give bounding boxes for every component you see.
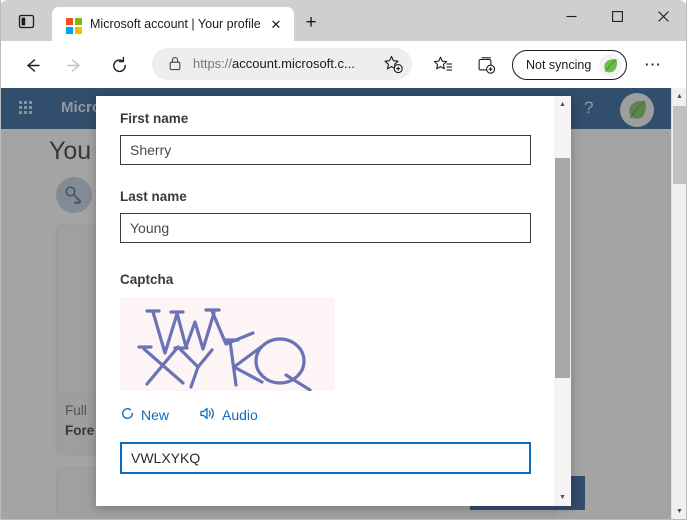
url-scheme: https:// <box>193 56 233 71</box>
last-name-label: Last name <box>120 189 187 204</box>
refresh-icon <box>120 406 135 425</box>
favorites-icon[interactable] <box>428 50 458 80</box>
forward-arrow-icon <box>59 50 89 80</box>
captcha-label: Captcha <box>120 272 174 287</box>
tab-strip: Microsoft account | Your profile ✕ + <box>0 0 687 41</box>
dialog-scrollbar[interactable]: ▲ ▼ <box>554 96 571 506</box>
collections-icon[interactable] <box>471 50 501 80</box>
captcha-new-button[interactable]: New <box>120 406 169 425</box>
window-close-button[interactable] <box>640 0 686 32</box>
back-arrow-icon[interactable] <box>17 50 47 80</box>
speaker-icon <box>199 406 216 425</box>
browser-toolbar: https://account.microsoft.c... Not synci… <box>0 41 687 88</box>
page-scrollbar[interactable]: ▲ ▼ <box>671 88 686 519</box>
browser-more-button[interactable]: ⋯ <box>638 50 668 80</box>
reload-icon[interactable] <box>104 50 134 80</box>
first-name-input[interactable] <box>120 135 531 165</box>
microsoft-logo-icon <box>66 18 82 34</box>
captcha-field-group: Captcha New Audio VWLXYKQ <box>120 271 531 474</box>
add-favorite-icon[interactable] <box>383 54 404 75</box>
first-name-label: First name <box>120 111 189 126</box>
last-name-input[interactable] <box>120 213 531 243</box>
new-tab-button[interactable]: + <box>298 11 324 35</box>
page-viewport: Micro ? You e our Fu <box>1 88 686 519</box>
captcha-audio-label: Audio <box>222 407 258 423</box>
browser-tab[interactable]: Microsoft account | Your profile ✕ <box>52 7 294 41</box>
address-bar[interactable]: https://account.microsoft.c... <box>152 48 412 80</box>
window-minimize-button[interactable] <box>548 0 594 32</box>
window-maximize-button[interactable] <box>594 0 640 32</box>
url-text: https://account.microsoft.c... <box>193 55 355 73</box>
tab-close-icon[interactable]: ✕ <box>267 16 285 34</box>
page-scroll-thumb[interactable] <box>673 106 686 184</box>
page-scroll-down-arrow[interactable]: ▼ <box>672 503 686 519</box>
lock-icon[interactable] <box>168 56 184 72</box>
leaf-avatar-icon[interactable] <box>599 54 622 77</box>
last-name-field-group: Last name <box>120 188 531 243</box>
captcha-new-label: New <box>141 407 170 423</box>
browser-window: Microsoft account | Your profile ✕ + htt… <box>0 0 687 520</box>
captcha-image <box>120 297 335 391</box>
url-host: account.microsoft.c... <box>232 56 355 71</box>
profile-sync-label: Not syncing <box>526 58 592 72</box>
captcha-answer-input[interactable] <box>120 442 531 474</box>
tab-actions-icon[interactable] <box>11 8 41 34</box>
captcha-dialog: First name Last name Captcha <box>96 96 571 506</box>
captcha-dialog-content: First name Last name Captcha <box>96 96 554 506</box>
profile-sync-button[interactable]: Not syncing <box>512 50 627 80</box>
first-name-field-group: First name <box>120 110 531 165</box>
dialog-scroll-down-arrow[interactable]: ▼ <box>554 489 571 506</box>
dialog-scroll-thumb[interactable] <box>555 158 570 378</box>
tab-title: Microsoft account | Your profile <box>90 17 261 31</box>
page-scroll-up-arrow[interactable]: ▲ <box>672 88 686 104</box>
captcha-actions: New Audio <box>120 404 530 426</box>
dialog-scroll-up-arrow[interactable]: ▲ <box>554 96 571 113</box>
captcha-audio-button[interactable]: Audio <box>199 406 258 425</box>
